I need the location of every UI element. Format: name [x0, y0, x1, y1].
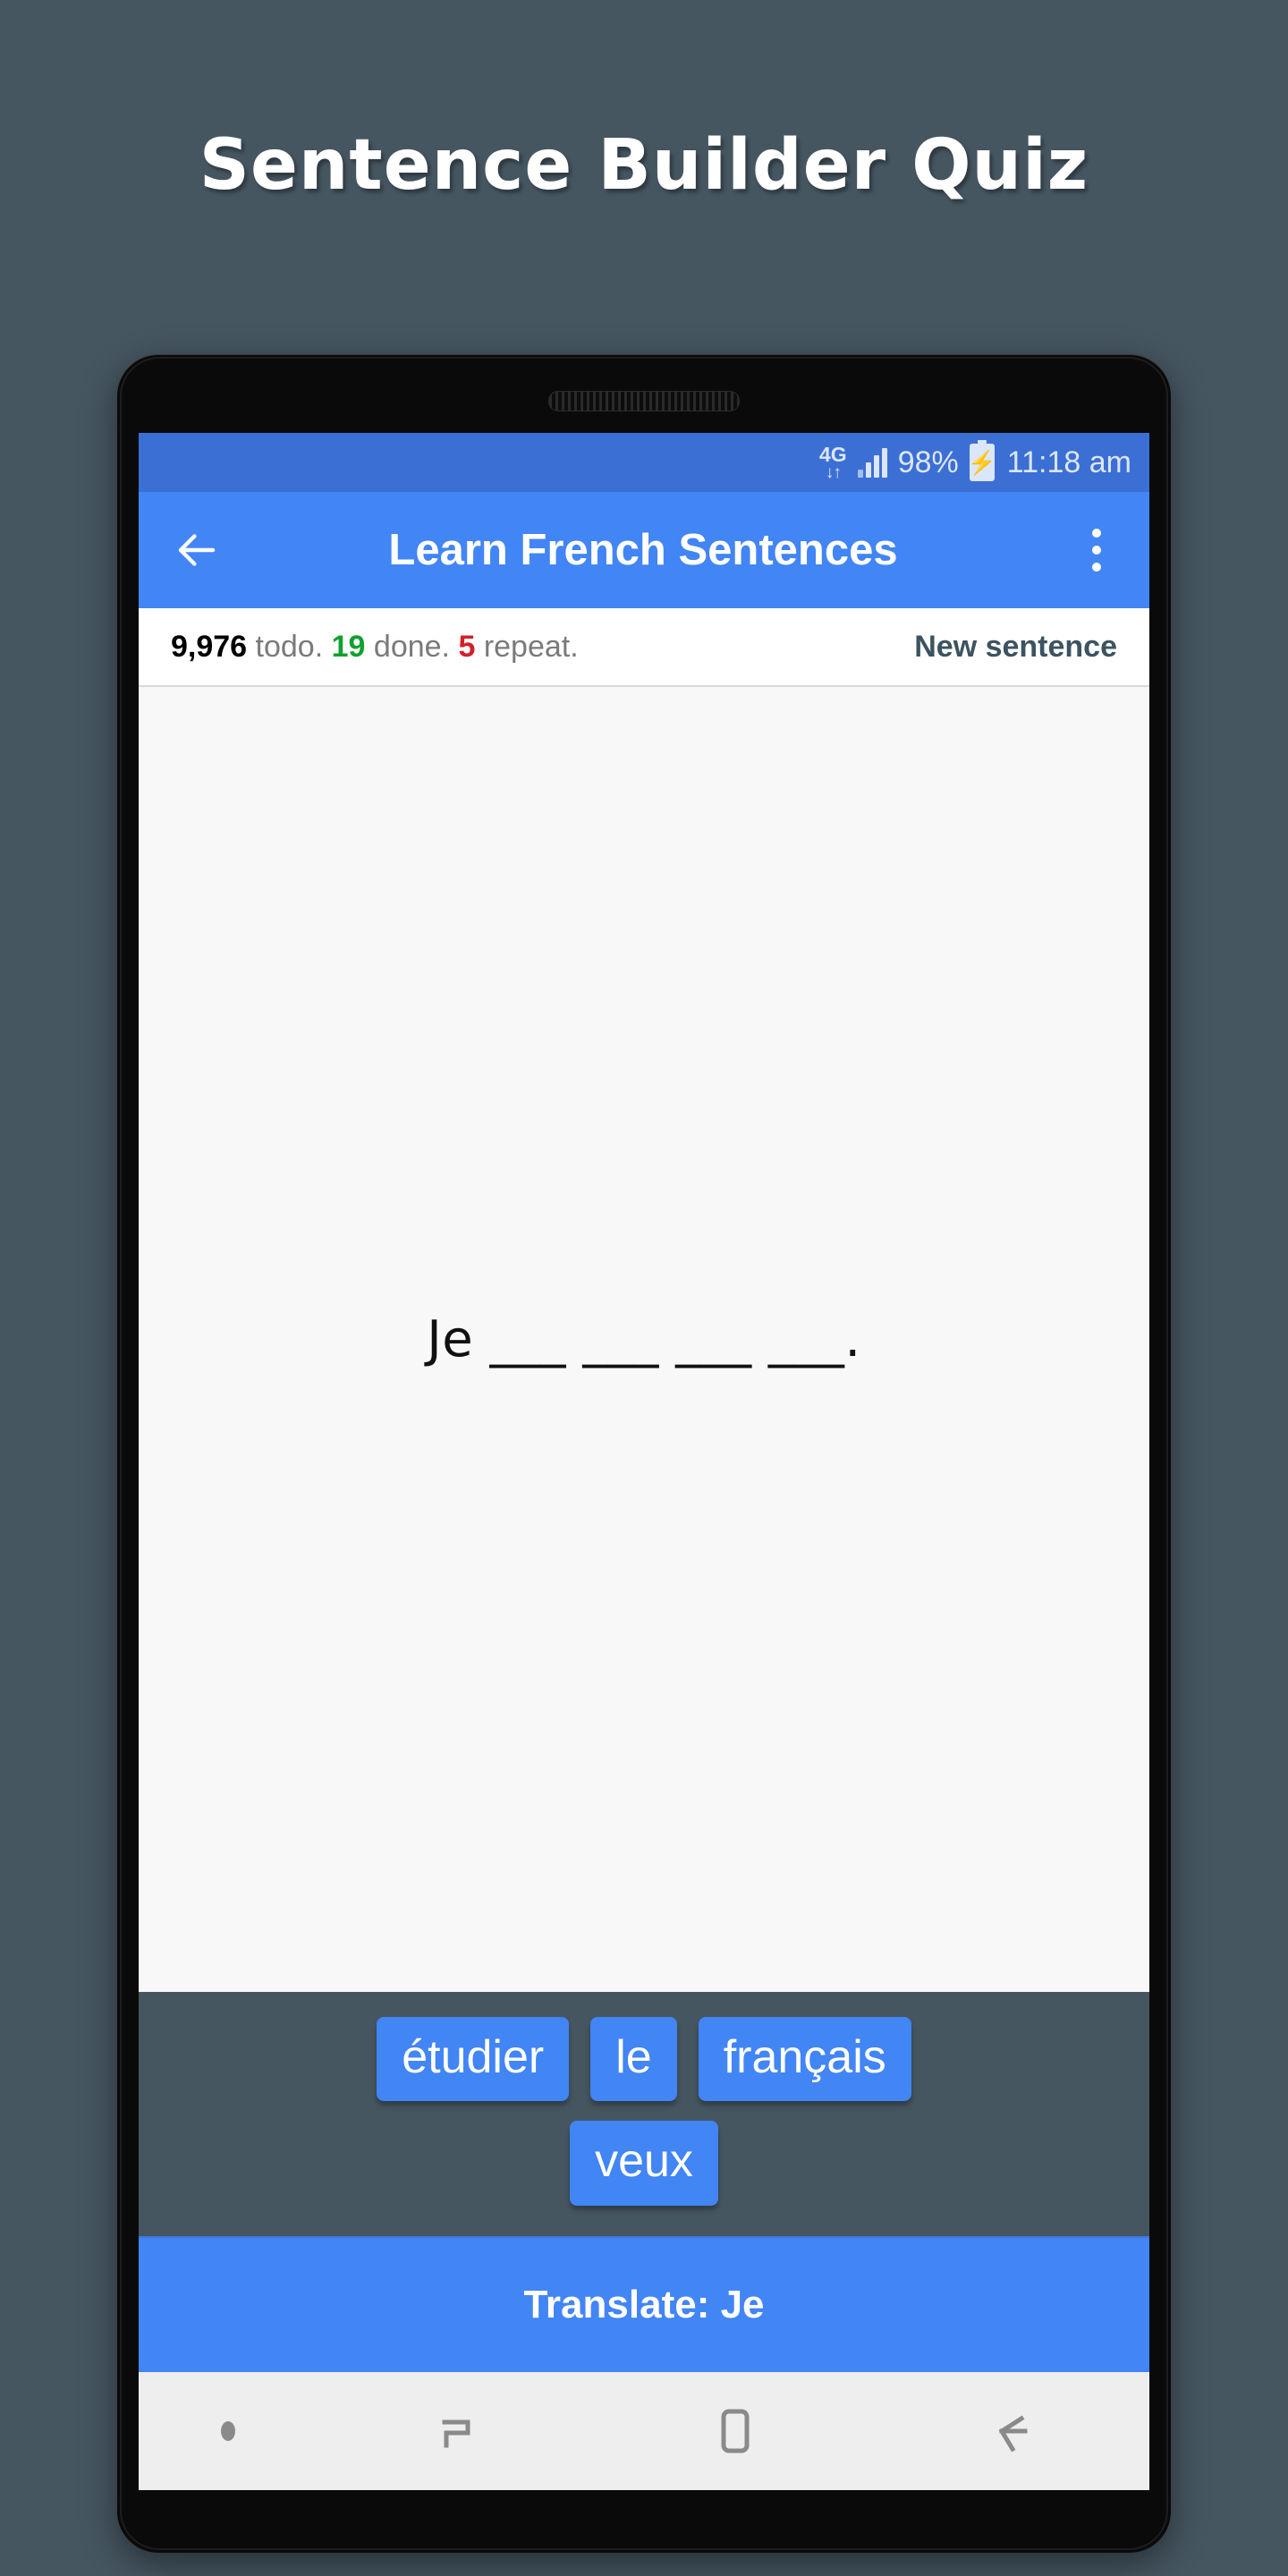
arrow-left-icon[interactable] — [169, 522, 225, 578]
todo-label: todo. — [255, 629, 324, 664]
repeat-count: 5 — [458, 629, 476, 664]
home-icon[interactable] — [595, 2372, 872, 2490]
stats-row: 9,976 todo. 19 done. 5 repeat. New sente… — [139, 608, 1149, 687]
repeat-label: repeat. — [483, 629, 579, 664]
word-bank-row: étudier le français — [139, 2016, 1149, 2102]
signal-bars-icon — [857, 447, 887, 478]
sentence-prompt: Je ___ ___ ___ ___. — [427, 1309, 861, 1368]
app-bar-title: Learn French Sentences — [388, 526, 898, 574]
word-tile[interactable]: veux — [570, 2121, 718, 2206]
android-nav-bar — [139, 2372, 1149, 2490]
phone-device-frame: 4G ↓↑ 98% ⚡ 11:18 am Learn French Senten… — [117, 354, 1171, 2553]
network-type-indicator: 4G ↓↑ — [819, 442, 847, 482]
battery-percent-label: 98% — [897, 445, 959, 479]
recents-icon[interactable] — [318, 2372, 595, 2490]
word-bank-row: veux — [139, 2121, 1149, 2206]
progress-counts: 9,976 todo. 19 done. 5 repeat. — [171, 630, 579, 665]
battery-charging-icon: ⚡ — [968, 444, 996, 481]
word-bank: étudier le français veux — [139, 1991, 1149, 2236]
earpiece-speaker — [548, 391, 740, 411]
network-type-label: 4G — [819, 442, 847, 466]
status-bar: 4G ↓↑ 98% ⚡ 11:18 am — [139, 433, 1149, 492]
done-label: done. — [373, 629, 450, 664]
word-tile[interactable]: étudier — [377, 2016, 570, 2102]
data-transfer-arrows-icon: ↓↑ — [825, 462, 842, 482]
page-title: Sentence Builder Quiz — [199, 125, 1089, 206]
more-vertical-icon[interactable] — [1074, 522, 1119, 578]
app-bar: Learn French Sentences — [139, 492, 1149, 608]
back-icon[interactable] — [872, 2372, 1149, 2490]
word-tile[interactable]: le — [590, 2016, 677, 2102]
notification-dot-icon[interactable] — [139, 2372, 318, 2490]
phone-screen: 4G ↓↑ 98% ⚡ 11:18 am Learn French Senten… — [139, 433, 1149, 2490]
new-sentence-button[interactable]: New sentence — [914, 630, 1117, 665]
done-count: 19 — [331, 629, 366, 664]
word-tile[interactable]: français — [698, 2016, 911, 2102]
sentence-canvas: Je ___ ___ ___ ___. — [139, 687, 1149, 1992]
status-bar-clock: 11:18 am — [1006, 445, 1131, 479]
todo-count: 9,976 — [171, 629, 248, 664]
translate-button[interactable]: Translate: Je — [139, 2236, 1149, 2372]
